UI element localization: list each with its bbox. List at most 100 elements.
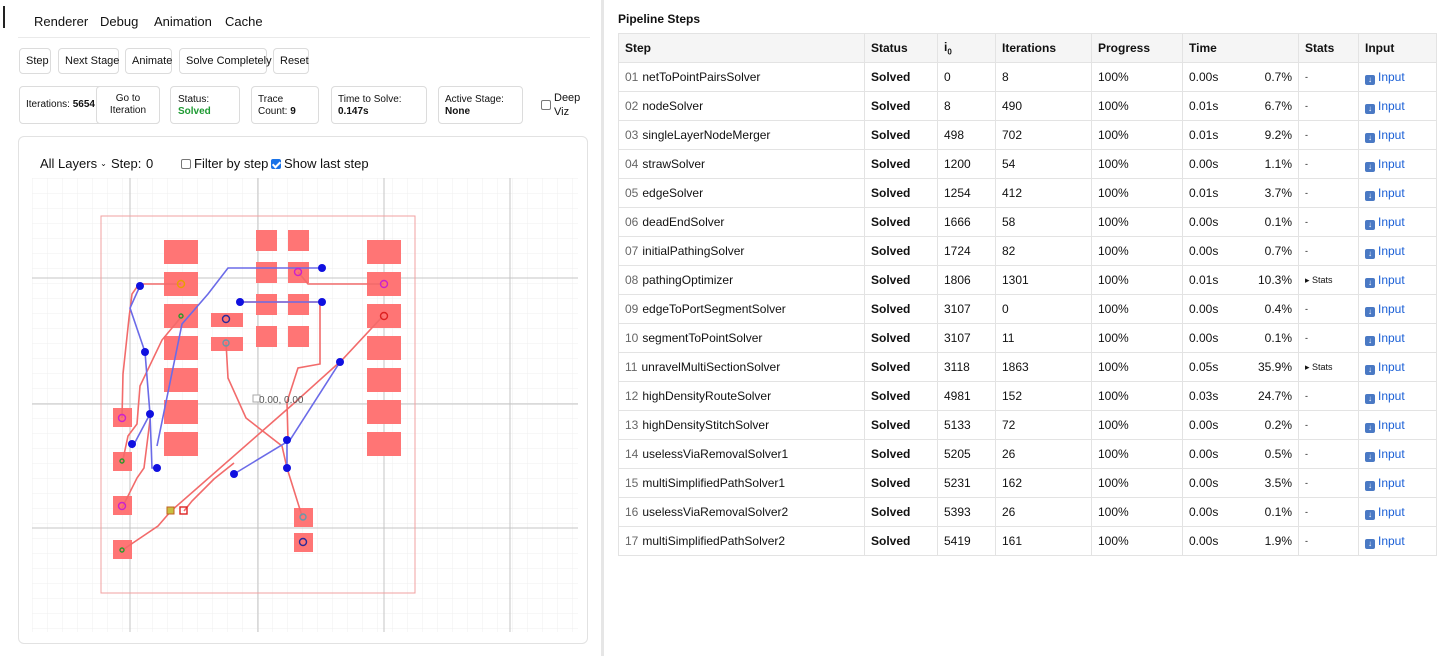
deep-viz-checkbox[interactable] (541, 100, 551, 110)
active-stage-value: None (445, 106, 470, 117)
menu-cache[interactable]: Cache (225, 14, 263, 29)
download-icon: ↓ (1365, 538, 1375, 549)
download-icon: ↓ (1365, 219, 1375, 230)
input-link[interactable]: Input (1378, 186, 1405, 200)
input-link[interactable]: Input (1378, 244, 1405, 258)
step-name: unravelMultiSectionSolver (641, 360, 781, 374)
input-link[interactable]: Input (1378, 418, 1405, 432)
iterations-cell: 490 (995, 91, 1092, 121)
i0-cell: 1806 (937, 265, 996, 295)
table-row[interactable]: 06 deadEndSolver Solved 1666 58 100% 0.00s 0.1%… (618, 207, 1437, 237)
input-link[interactable]: Input (1378, 157, 1405, 171)
table-row[interactable]: 07 initialPathingSolver Solved 1724 82 100% 0.… (618, 236, 1437, 266)
status-cell: Solved (864, 236, 938, 266)
table-row[interactable]: 01 netToPointPairsSolver Solved 0 8 100% 0.00s… (618, 62, 1437, 92)
step-number: 05 (625, 186, 639, 200)
table-row[interactable]: 15 multiSimplifiedPathSolver1 Solved 5231 16… (618, 468, 1437, 498)
iterations-cell: 161 (995, 526, 1092, 556)
input-link[interactable]: Input (1378, 360, 1405, 374)
step-cell: 04 strawSolver (618, 149, 865, 179)
animate-button[interactable]: Animate (125, 48, 172, 74)
time-value: 0.147s (338, 106, 369, 117)
step-input[interactable]: 0 (146, 156, 153, 171)
input-link[interactable]: Input (1378, 476, 1405, 490)
time-percent-cell: 1.9% (1237, 526, 1299, 556)
iterations-cell: 162 (995, 468, 1092, 498)
table-row[interactable]: 17 multiSimplifiedPathSolver2 Solved 5419 16… (618, 526, 1437, 556)
time-percent-cell: 6.7% (1237, 91, 1299, 121)
input-link[interactable]: Input (1378, 70, 1405, 84)
menu-renderer[interactable]: Renderer (34, 14, 88, 29)
input-link[interactable]: Input (1378, 128, 1405, 142)
download-icon: ↓ (1365, 335, 1375, 346)
solve-completely-button[interactable]: Solve Completely (179, 48, 272, 74)
input-link[interactable]: Input (1378, 505, 1405, 519)
step-name: uselessViaRemovalSolver2 (642, 505, 789, 519)
step-cell: 10 segmentToPointSolver (618, 323, 865, 353)
step-button[interactable]: Step (19, 48, 51, 74)
table-row[interactable]: 02 nodeSolver Solved 8 490 100% 0.01s 6.7% - ↓ Inp… (618, 91, 1437, 121)
table-row[interactable]: 11 unravelMultiSectionSolver Solved 3118 186… (618, 352, 1437, 382)
menu-debug[interactable]: Debug (100, 14, 138, 29)
progress-cell: 100% (1091, 468, 1183, 498)
reset-button[interactable]: Reset (273, 48, 309, 74)
input-link[interactable]: Input (1378, 447, 1405, 461)
go-to-iteration-button[interactable]: Go to Iteration (96, 86, 160, 124)
pipeline-steps-title: Pipeline Steps (618, 12, 701, 26)
iterations-cell: 58 (995, 207, 1092, 237)
table-row[interactable]: 13 highDensityStitchSolver Solved 5133 72 100… (618, 410, 1437, 440)
filter-checkbox[interactable] (181, 159, 191, 169)
time-percent-cell: 0.7% (1237, 62, 1299, 92)
stats-cell: - (1298, 178, 1359, 208)
pcb-canvas[interactable]: 0.00, 0.00 (32, 178, 578, 632)
time-cell: 0.00s (1182, 497, 1238, 527)
stats-cell: - (1298, 526, 1359, 556)
panel-divider[interactable] (601, 0, 604, 656)
header-iterations: Iterations (995, 33, 1092, 63)
table-row[interactable]: 16 uselessViaRemovalSolver2 Solved 5393 26 10… (618, 497, 1437, 527)
time-percent-cell: 35.9% (1237, 352, 1299, 382)
download-icon: ↓ (1365, 161, 1375, 172)
input-link[interactable]: Input (1378, 331, 1405, 345)
trace-count-value: 9 (290, 106, 296, 117)
input-link[interactable]: Input (1378, 302, 1405, 316)
table-row[interactable]: 08 pathingOptimizer Solved 1806 1301 100% 0.01… (618, 265, 1437, 295)
time-cell: 0.00s (1182, 439, 1238, 469)
status-cell: Solved (864, 410, 938, 440)
input-link[interactable]: Input (1378, 215, 1405, 229)
iterations-cell: 26 (995, 439, 1092, 469)
table-row[interactable]: 05 edgeSolver Solved 1254 412 100% 0.01s 3.7% - ↓… (618, 178, 1437, 208)
table-row[interactable]: 10 segmentToPointSolver Solved 3107 11 100% 0.… (618, 323, 1437, 353)
menu-animation[interactable]: Animation (154, 14, 212, 29)
i0-cell: 3118 (937, 352, 996, 382)
next-stage-button[interactable]: Next Stage (58, 48, 119, 74)
table-row[interactable]: 04 strawSolver Solved 1200 54 100% 0.00s 1.1% - ↓… (618, 149, 1437, 179)
progress-cell: 100% (1091, 178, 1183, 208)
show-last-step-checkbox[interactable] (271, 159, 281, 169)
table-row[interactable]: 14 uselessViaRemovalSolver1 Solved 5205 26 10… (618, 439, 1437, 469)
input-link[interactable]: Input (1378, 99, 1405, 113)
filter-by-step-toggle[interactable]: Filter by step (181, 156, 268, 171)
layers-select[interactable]: All Layers ⌄ (40, 156, 107, 171)
input-link[interactable]: Input (1378, 534, 1405, 548)
table-row[interactable]: 12 highDensityRouteSolver Solved 4981 152 100… (618, 381, 1437, 411)
stats-cell[interactable]: ▸ Stats (1298, 352, 1359, 382)
status-cell: Solved (864, 91, 938, 121)
input-link[interactable]: Input (1378, 389, 1405, 403)
time-percent-cell: 0.4% (1237, 294, 1299, 324)
table-row[interactable]: 03 singleLayerNodeMerger Solved 498 702 100% 0… (618, 120, 1437, 150)
i0-cell: 5231 (937, 468, 996, 498)
time-cell: 0.00s (1182, 62, 1238, 92)
step-number: 11 (625, 360, 638, 374)
step-number: 01 (625, 70, 639, 84)
show-last-step-toggle[interactable]: Show last step (271, 156, 369, 171)
input-cell: ↓ Input (1358, 410, 1437, 440)
pipeline-steps-body: 01 netToPointPairsSolver Solved 0 8 100% 0.00s… (618, 62, 1437, 556)
stats-cell[interactable]: ▸ Stats (1298, 265, 1359, 295)
table-row[interactable]: 09 edgeToPortSegmentSolver Solved 3107 0 100%… (618, 294, 1437, 324)
download-icon: ↓ (1365, 451, 1375, 462)
trace-count-box (251, 86, 319, 124)
input-link[interactable]: Input (1378, 273, 1405, 287)
iterations-readout: Iterations: 5654 (26, 99, 95, 110)
time-percent-cell: 3.7% (1237, 178, 1299, 208)
